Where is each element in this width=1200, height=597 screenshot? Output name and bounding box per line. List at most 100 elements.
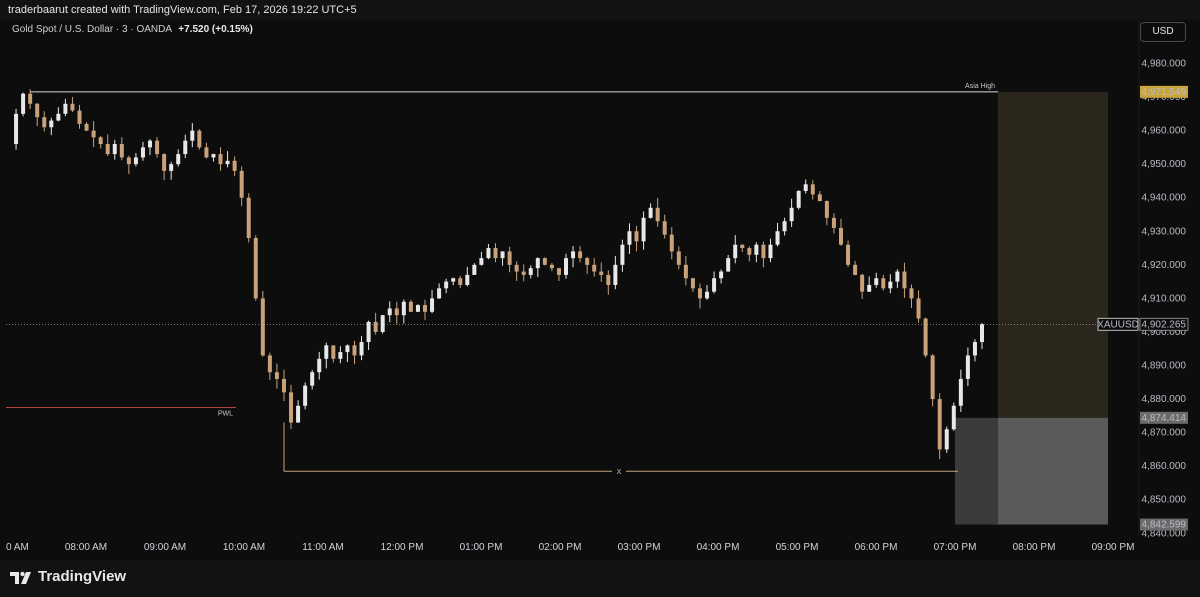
x-tick-label: 12:00 PM xyxy=(381,542,424,553)
candle-body xyxy=(620,244,625,265)
candle-body xyxy=(218,154,223,165)
candle-body xyxy=(493,248,498,259)
candle-body xyxy=(169,164,174,171)
candle-body xyxy=(472,264,477,275)
candle-body xyxy=(77,110,82,124)
candle-body xyxy=(324,345,329,359)
candle-body xyxy=(28,93,33,104)
stop-price-tag-label: 4,874.414 xyxy=(1142,413,1187,424)
y-tick-label: 4,940.000 xyxy=(1142,193,1187,204)
candle-body xyxy=(683,264,688,279)
candle-body xyxy=(310,372,315,386)
candle-body xyxy=(155,140,160,155)
symbol-text: Gold Spot / U.S. Dollar · 3 · OANDA xyxy=(12,24,172,35)
candle-body xyxy=(585,258,590,265)
candle-body xyxy=(599,271,604,275)
y-tick-label: 4,930.000 xyxy=(1142,226,1187,237)
candle-body xyxy=(437,288,442,299)
candle-body xyxy=(486,248,491,259)
candle-body xyxy=(980,324,984,343)
price-chart[interactable]: Asia HighPWLX4,980.0004,970.0004,960.000… xyxy=(0,20,1200,560)
candle-body xyxy=(70,103,75,111)
candle-body xyxy=(803,184,808,192)
candle-body xyxy=(289,392,294,423)
y-tick-label: 4,890.000 xyxy=(1142,361,1187,372)
y-tick-label: 4,850.000 xyxy=(1142,495,1187,506)
candle-body xyxy=(126,157,131,165)
currency-button[interactable]: USD xyxy=(1140,22,1186,42)
candle-body xyxy=(937,399,942,450)
candle-body xyxy=(648,207,653,218)
target-zone xyxy=(998,91,1108,418)
candle-body xyxy=(690,278,695,289)
candle-body xyxy=(521,271,526,275)
current-price-tag-label: 4,902.265 xyxy=(1142,319,1187,330)
candle-body xyxy=(768,244,773,259)
candle-body xyxy=(380,315,385,332)
candle-body xyxy=(817,194,822,202)
logo-text: TradingView xyxy=(38,568,127,585)
candle-body xyxy=(253,237,258,299)
candle-body xyxy=(571,251,576,259)
x-tick-label: 05:00 PM xyxy=(776,542,819,553)
candle-body xyxy=(972,342,977,356)
candle-body xyxy=(860,274,865,292)
pwl-label: PWL xyxy=(218,410,233,417)
candle-body xyxy=(408,301,413,312)
x-tick-label: 02:00 PM xyxy=(539,542,582,553)
candle-body xyxy=(352,345,357,356)
candle-body xyxy=(782,221,787,232)
tradingview-logo[interactable]: TradingView xyxy=(10,568,126,585)
x-tick-label: 09:00 AM xyxy=(144,542,186,553)
candle-body xyxy=(606,274,611,285)
candle-body xyxy=(634,231,639,242)
x-tick-label: 10:00 AM xyxy=(223,542,265,553)
attribution-bar: traderbaarut created with TradingView.co… xyxy=(0,0,1200,20)
candle-body xyxy=(775,231,780,245)
candle-body xyxy=(190,130,195,141)
candle-body xyxy=(479,258,484,265)
candle-body xyxy=(747,248,752,255)
candle-body xyxy=(712,278,717,292)
y-tick-label: 4,870.000 xyxy=(1142,428,1187,439)
candle-body xyxy=(916,298,921,319)
candle-body xyxy=(148,140,153,148)
candle-body xyxy=(112,144,117,155)
asia-high-tag-label: 4,971.549 xyxy=(1142,87,1187,98)
y-tick-label: 4,860.000 xyxy=(1142,461,1187,472)
candle-body xyxy=(394,308,399,316)
candle-body xyxy=(317,358,322,373)
candle-body xyxy=(824,201,829,218)
candle-body xyxy=(267,355,272,373)
tradingview-icon xyxy=(10,571,31,584)
candle-body xyxy=(105,144,110,155)
candle-body xyxy=(627,231,632,245)
candle-body xyxy=(542,258,547,265)
candle-body xyxy=(740,244,745,249)
candle-body xyxy=(754,244,759,255)
candle-body xyxy=(303,385,308,406)
candle-body xyxy=(697,288,702,299)
candle-body xyxy=(705,291,710,299)
candle-body xyxy=(183,140,188,155)
x-tick-label: 11:00 AM xyxy=(302,542,344,553)
candle-body xyxy=(564,258,569,275)
candle-body xyxy=(507,251,512,265)
candle-body xyxy=(91,130,96,138)
x-tick-label: 09:00 PM xyxy=(1092,542,1135,553)
candle-body xyxy=(514,264,519,272)
candle-body xyxy=(549,264,554,269)
candle-body xyxy=(84,123,89,131)
symbol-legend: Gold Spot / U.S. Dollar · 3 · OANDA +7.5… xyxy=(12,24,253,35)
candle-body xyxy=(197,130,202,148)
candle-body xyxy=(719,271,724,279)
candle-body xyxy=(345,345,350,353)
candle-body xyxy=(331,345,336,359)
y-tick-label: 4,980.000 xyxy=(1142,58,1187,69)
candle-body xyxy=(535,258,540,269)
y-tick-label: 4,960.000 xyxy=(1142,126,1187,137)
candle-body xyxy=(21,93,26,114)
x-label: X xyxy=(617,469,622,476)
candle-body xyxy=(951,405,956,430)
candle-body xyxy=(796,191,801,208)
